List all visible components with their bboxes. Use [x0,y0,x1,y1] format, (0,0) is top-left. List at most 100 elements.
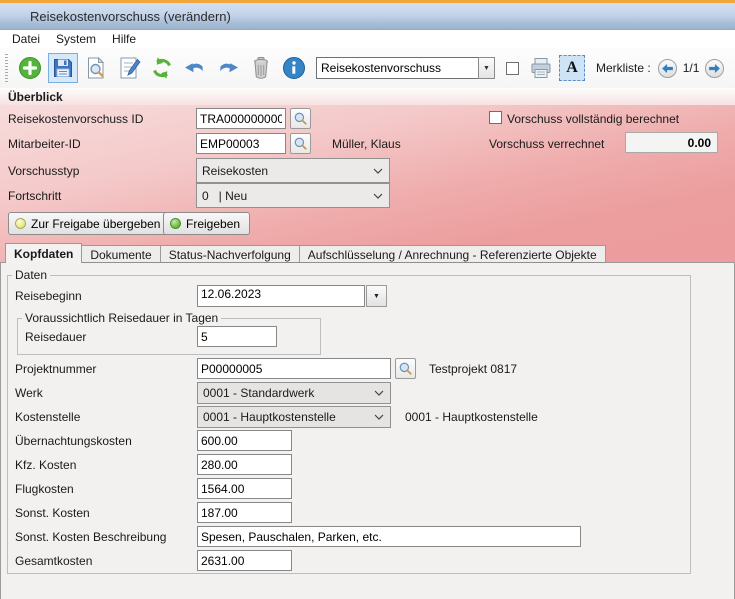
sonst-kosten-beschreibung-label: Sonst. Kosten Beschreibung [15,530,166,544]
reisedauer-group-title: Voraussichtlich Reisedauer in Tagen [22,311,221,325]
delete-button[interactable] [246,53,276,83]
window-title: Reisekostenvorschuss (verändern) [30,9,231,24]
complete-checkbox[interactable] [489,111,502,124]
uebernachtungskosten-label: Übernachtungskosten [15,434,132,448]
toolbar-checkbox[interactable] [506,62,519,75]
employee-name-text: Müller, Klaus [332,137,401,151]
type-label: Vorschusstyp [8,164,79,178]
print-button[interactable] [526,53,556,83]
progress-select-value: 0 | Neu [202,189,247,203]
werk-select[interactable]: 0001 - Standardwerk [197,382,391,404]
employee-lookup-button[interactable] [290,133,311,154]
menu-system[interactable]: System [48,31,104,47]
werk-label: Werk [15,386,43,400]
font-button[interactable]: A [559,55,585,81]
refresh-button[interactable] [147,53,177,83]
edit-button[interactable] [114,53,144,83]
type-select-value: Reisekosten [202,164,268,178]
kostenstelle-info-text: 0001 - Hauptkostenstelle [405,410,538,424]
merkliste-next-button[interactable] [705,59,724,78]
projekt-lookup-button[interactable] [395,358,416,379]
tab-aufschluesselung[interactable]: Aufschlüsselung / Anrechnung - Referenzi… [299,245,606,263]
overview-title: Überblick [8,90,63,104]
sonst-kosten-label: Sonst. Kosten [15,506,90,520]
progress-select[interactable]: 0 | Neu [196,183,390,208]
kostenstelle-label: Kostenstelle [15,410,80,424]
submit-for-release-label: Zur Freigabe übergeben [31,217,160,231]
release-button[interactable]: Freigeben [163,212,250,235]
id-input[interactable] [196,108,286,129]
reisebeginn-dropdown-button[interactable]: ▼ [366,285,387,307]
toolbar-grip[interactable] [5,54,8,82]
merkliste-label: Merkliste : [596,61,651,75]
redo-icon [216,56,240,80]
settled-label: Vorschuss verrechnet [489,137,604,151]
werk-select-value: 0001 - Standardwerk [203,386,314,400]
preview-button[interactable] [81,53,111,83]
tab-content-kopfdaten: Daten Reisebeginn 12.06.2023 ▼ Voraussic… [0,262,735,599]
employee-input[interactable] [196,133,286,154]
sonst-kosten-input[interactable] [197,502,292,523]
status-yellow-icon [15,218,26,229]
magnifier-icon [293,111,308,126]
menu-hilfe[interactable]: Hilfe [104,31,144,47]
projektnummer-input[interactable] [197,358,391,379]
reisedauer-input[interactable] [197,326,277,347]
menu-datei[interactable]: Datei [4,31,48,47]
info-button[interactable] [279,53,309,83]
tab-bar: Kopfdaten Dokumente Status-Nachverfolgun… [5,243,606,263]
status-green-icon [170,218,181,229]
new-button[interactable] [15,53,45,83]
title-bar: Reisekostenvorschuss (verändern) [0,3,735,30]
complete-checkbox-label: Vorschuss vollständig berechnet [507,112,679,126]
id-lookup-button[interactable] [290,108,311,129]
undo-button[interactable] [180,53,210,83]
tab-kopfdaten[interactable]: Kopfdaten [5,243,82,263]
reisebeginn-value: 12.06.2023 [201,287,261,301]
toolbar: ▼ A Merkliste : 1/1 [0,48,735,88]
settled-amount-field [625,132,718,153]
reisedauer-label: Reisedauer [25,330,86,344]
projekt-name-text: Testprojekt 0817 [429,362,517,376]
tab-dokumente[interactable]: Dokumente [81,245,160,263]
overview-section: Reisekostenvorschuss ID Vorschuss vollst… [0,105,735,262]
plus-icon [18,56,42,80]
submit-for-release-button[interactable]: Zur Freigabe übergeben [8,212,170,235]
object-type-input[interactable] [316,57,478,79]
flugkosten-label: Flugkosten [15,482,74,496]
reisebeginn-date-field[interactable]: 12.06.2023 [197,285,365,307]
object-type-dropdown-button[interactable]: ▼ [478,57,495,79]
object-type-combobox: ▼ [316,57,495,79]
arrow-right-icon [709,64,720,73]
info-icon [282,56,306,80]
sonst-kosten-beschreibung-input[interactable] [197,526,581,547]
font-A-icon: A [566,59,578,77]
trash-icon [249,56,273,80]
kfz-kosten-input[interactable] [197,454,292,475]
flugkosten-input[interactable] [197,478,292,499]
printer-icon [529,56,553,80]
edit-document-icon [117,56,141,80]
tab-status-nachverfolgung[interactable]: Status-Nachverfolgung [160,245,300,263]
type-select[interactable]: Reisekosten [196,158,390,183]
chevron-down-icon [373,193,383,199]
projektnummer-label: Projektnummer [15,362,96,376]
uebernachtungskosten-input[interactable] [197,430,292,451]
gesamtkosten-input[interactable] [197,550,292,571]
reisebeginn-label: Reisebeginn [15,289,82,303]
merkliste-page-indicator: 1/1 [683,61,700,75]
save-button[interactable] [48,53,78,83]
magnifier-icon [398,361,413,376]
undo-icon [183,56,207,80]
app-window: Reisekostenvorschuss (verändern) Datei S… [0,0,735,599]
redo-button[interactable] [213,53,243,83]
preview-icon [84,56,108,80]
save-icon [51,56,75,80]
kostenstelle-select[interactable]: 0001 - Hauptkostenstelle [197,406,391,428]
kfz-kosten-label: Kfz. Kosten [15,458,76,472]
employee-label: Mitarbeiter-ID [8,137,81,151]
chevron-down-icon [374,414,384,420]
chevron-down-icon [374,390,384,396]
merkliste-prev-button[interactable] [658,59,677,78]
overview-section-header: Überblick [0,88,735,105]
